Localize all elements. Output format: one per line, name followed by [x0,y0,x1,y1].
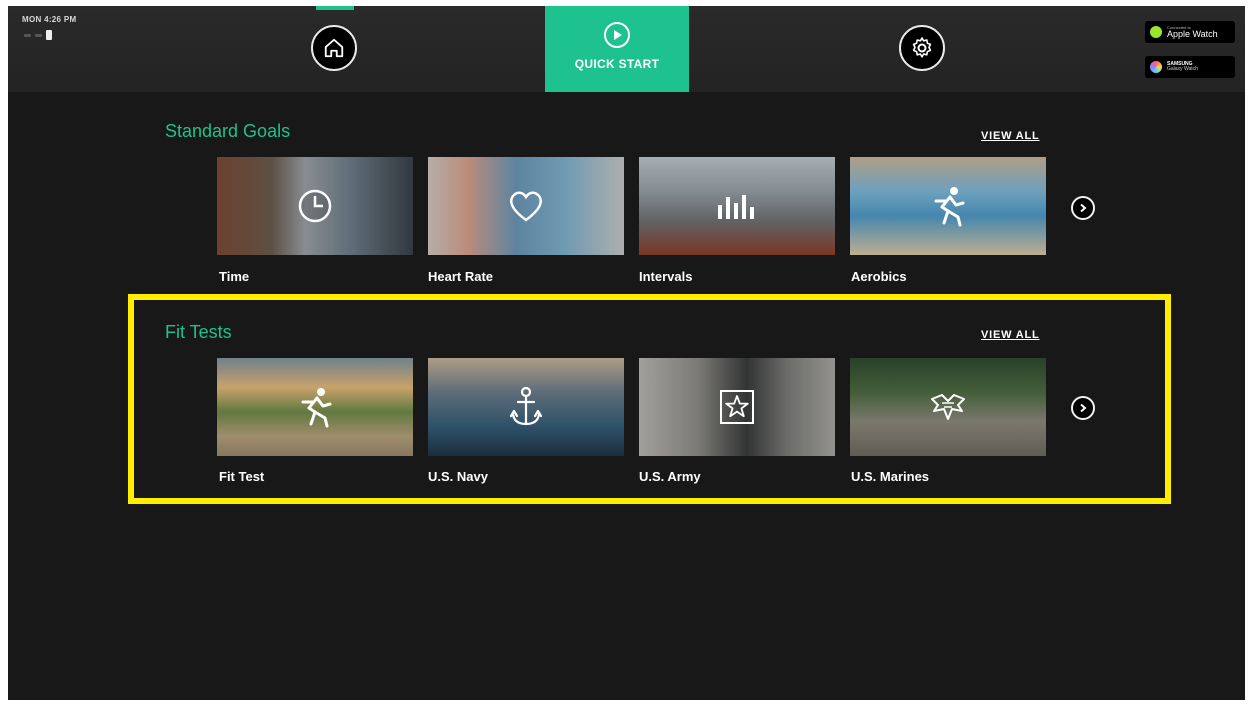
fit-label-fit-test: Fit Test [219,469,265,484]
settings-button[interactable] [899,25,945,71]
apple-watch-badge[interactable]: Connected to Apple Watch [1145,21,1235,43]
quick-start-label: QUICK START [574,57,660,71]
fit-tests-title: Fit Tests [165,322,232,342]
fit-card-us-army[interactable] [639,358,835,456]
standard-goals-next-button[interactable] [1071,196,1095,220]
samsung-watch-badge[interactable]: SAMSUNG Galaxy Watch [1145,56,1235,78]
fit-card-fit-test[interactable] [217,358,413,456]
battery-icon [46,30,52,40]
fit-label-us-navy: U.S. Navy [428,469,488,484]
standard-goals-view-all-link[interactable]: VIEW ALL [981,130,1040,142]
clock-icon [298,189,332,223]
star-badge-icon [720,390,754,424]
chevron-right-icon [1080,203,1087,213]
goal-label-heart-rate: Heart Rate [428,269,494,284]
gear-icon [912,37,932,58]
fit-tests-view-all-link[interactable]: VIEW ALL [981,329,1040,341]
heart-icon [509,191,543,222]
apple-watch-name: Apple Watch [1167,28,1218,39]
home-active-indicator [316,6,354,10]
top-nav-bar: MON 4:26 PM QUICK START Connected to App… [8,6,1245,92]
home-button[interactable] [311,25,357,71]
eagle-emblem-icon [931,394,965,420]
play-icon [604,22,630,48]
goal-label-time: Time [219,269,250,284]
fit-label-us-army: U.S. Army [639,469,701,484]
fit-card-us-navy[interactable] [428,358,624,456]
app-screen: MON 4:26 PM QUICK START Connected to App… [8,6,1245,700]
anchor-icon [509,386,543,426]
goal-card-aerobics[interactable] [850,157,1046,255]
home-icon [324,38,344,58]
goal-label-aerobics: Aerobics [851,269,907,284]
status-icons [24,30,52,40]
runner-icon [934,187,965,227]
apple-watch-icon [1150,26,1162,38]
bars-icon [718,195,754,219]
quick-start-button[interactable]: QUICK START [545,6,689,92]
samsung-watch-name: Galaxy Watch [1167,66,1198,72]
goal-card-time[interactable] [217,157,413,255]
standard-goals-title: Standard Goals [165,121,291,141]
runner-icon [301,388,332,428]
status-clock: MON 4:26 PM [22,15,77,24]
fit-label-us-marines: U.S. Marines [851,469,930,484]
goal-card-heart-rate[interactable] [428,157,624,255]
wifi-icon [35,33,42,37]
fit-tests-next-button[interactable] [1071,396,1095,420]
chevron-right-icon [1080,403,1087,413]
goal-label-intervals: Intervals [639,269,693,284]
samsung-watch-icon [1150,61,1162,73]
signal-icon [24,33,31,37]
fit-card-us-marines[interactable] [850,358,1046,456]
goal-card-intervals[interactable] [639,157,835,255]
